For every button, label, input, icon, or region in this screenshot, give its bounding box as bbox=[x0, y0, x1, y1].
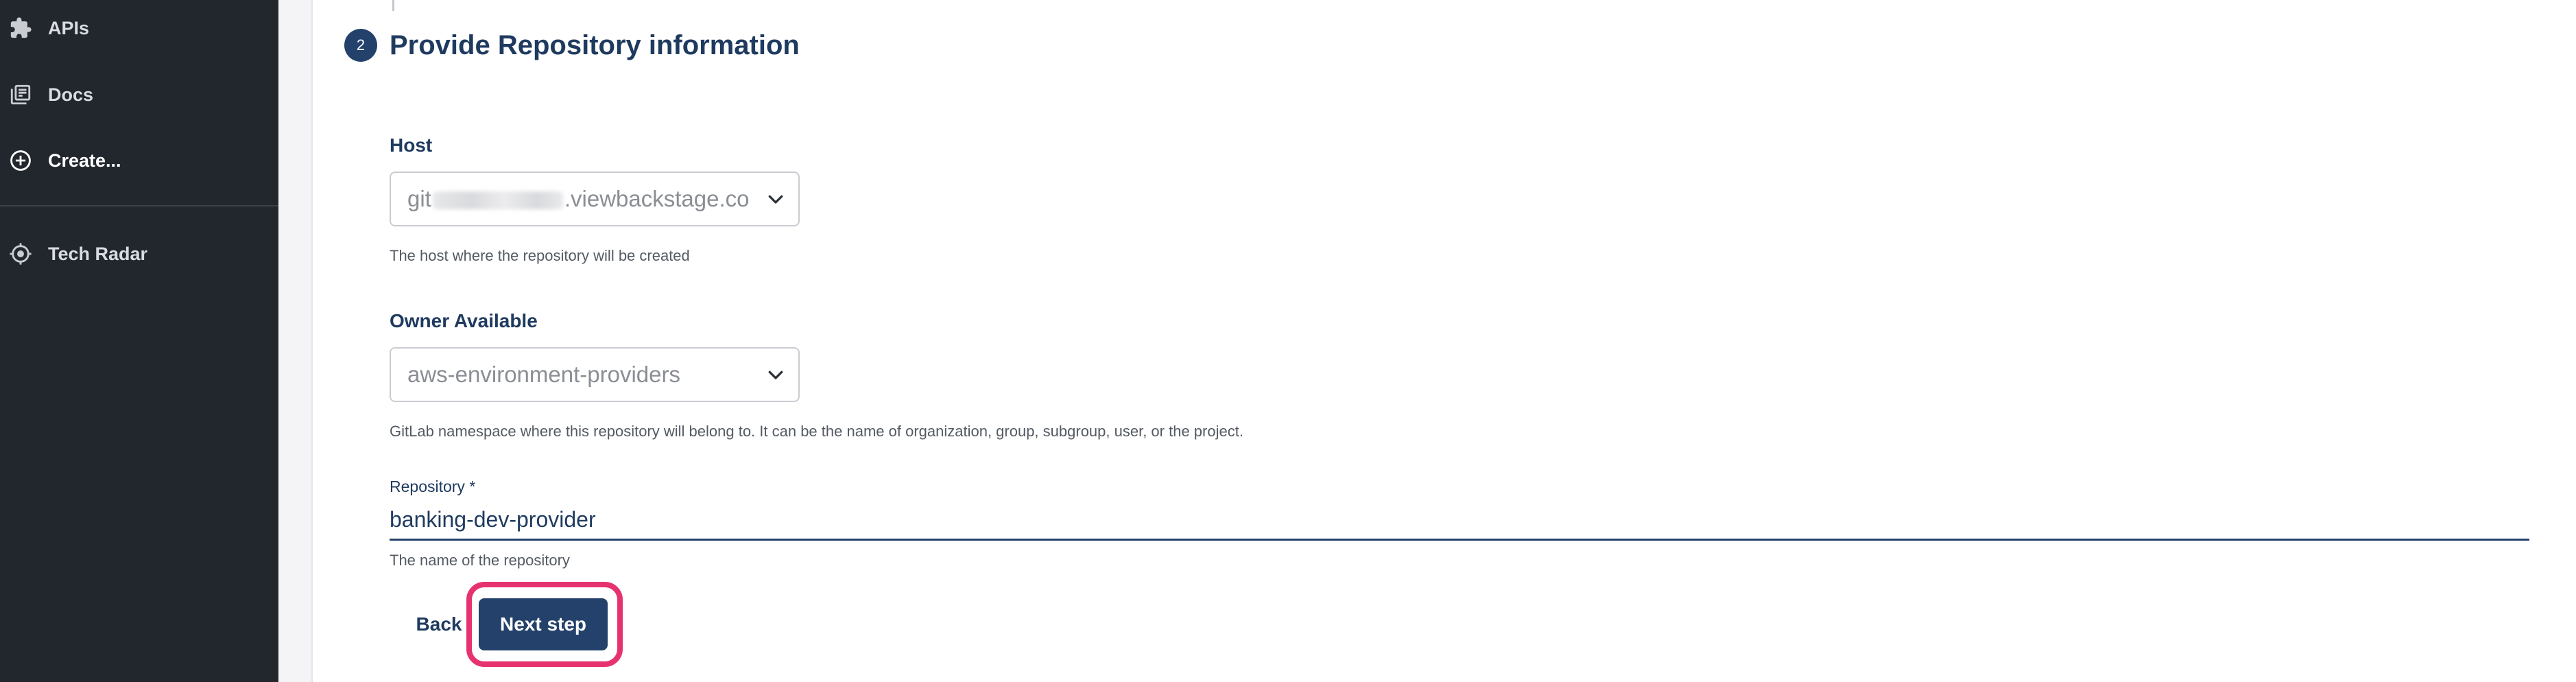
host-helper-text: The host where the repository will be cr… bbox=[390, 247, 690, 264]
puzzle-icon bbox=[8, 16, 33, 40]
sidebar-item-label: Tech Radar bbox=[48, 243, 148, 264]
next-step-button[interactable]: Next step bbox=[479, 598, 608, 650]
owner-label: Owner Available bbox=[390, 310, 538, 331]
create-icon bbox=[8, 148, 33, 173]
sidebar-item-label: Docs bbox=[48, 84, 94, 105]
chevron-down-icon bbox=[765, 189, 786, 209]
host-select[interactable]: git .viewbackstage.co bbox=[390, 172, 800, 226]
host-select-value: git .viewbackstage.co bbox=[407, 186, 764, 212]
repository-input[interactable] bbox=[390, 501, 2529, 541]
radar-icon bbox=[8, 242, 33, 266]
docs-icon bbox=[8, 82, 33, 107]
stepper-connector bbox=[392, 0, 394, 11]
repository-helper-text: The name of the repository bbox=[390, 552, 570, 569]
sidebar: APIs Docs Create... Tech Radar bbox=[0, 0, 278, 682]
sidebar-item-apis[interactable]: APIs bbox=[0, 4, 278, 52]
redacted-text bbox=[432, 191, 563, 210]
sidebar-item-create[interactable]: Create... bbox=[0, 137, 278, 185]
sidebar-item-label: APIs bbox=[48, 17, 90, 38]
back-button[interactable]: Back bbox=[412, 604, 466, 645]
sidebar-item-tech-radar[interactable]: Tech Radar bbox=[0, 230, 278, 278]
owner-select[interactable]: aws-environment-providers bbox=[390, 347, 800, 402]
step-title: Provide Repository information bbox=[390, 30, 800, 60]
owner-select-value: aws-environment-providers bbox=[407, 362, 680, 387]
sidebar-divider bbox=[0, 205, 278, 207]
repository-label: Repository * bbox=[390, 478, 476, 495]
owner-helper-text: GitLab namespace where this repository w… bbox=[390, 423, 1243, 440]
host-value-prefix: git bbox=[407, 186, 431, 211]
form-card: 2 Provide Repository information Host gi… bbox=[311, 0, 2576, 682]
sidebar-item-docs[interactable]: Docs bbox=[0, 71, 278, 119]
chevron-down-icon bbox=[765, 364, 786, 385]
step-number-badge: 2 bbox=[344, 29, 377, 62]
main-content: 2 Provide Repository information Host gi… bbox=[278, 0, 2576, 682]
sidebar-item-label: Create... bbox=[48, 150, 121, 171]
host-label: Host bbox=[390, 134, 433, 156]
app-window: APIs Docs Create... Tech Radar 2 Provide… bbox=[0, 0, 2576, 682]
host-value-suffix: .viewbackstage.co bbox=[564, 186, 750, 211]
